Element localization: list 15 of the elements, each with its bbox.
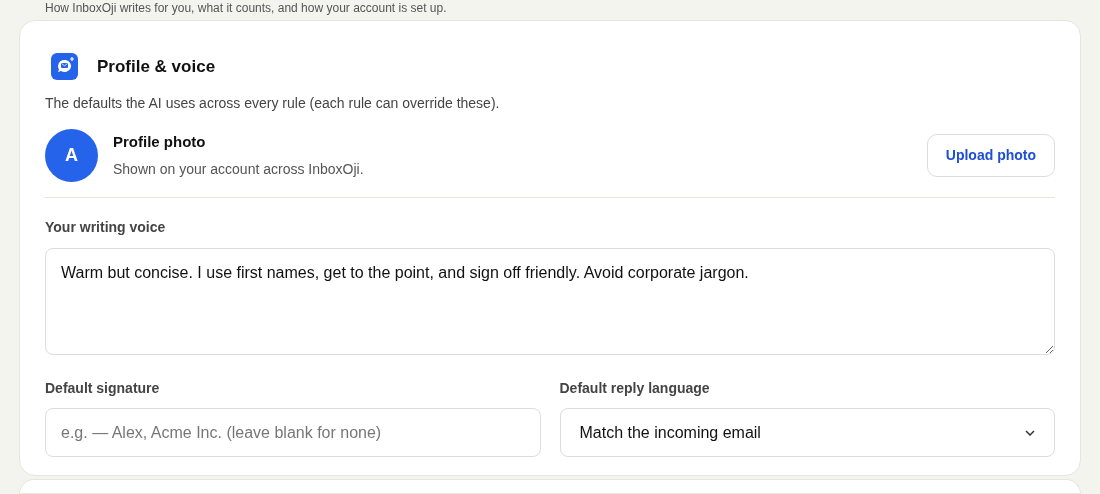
section-description: The defaults the AI uses across every rule (each rule can override these). (45, 94, 501, 113)
field-label: Default reply language (559, 379, 711, 398)
profile-photo-title: Profile photo (113, 131, 207, 152)
avatar: A (45, 129, 98, 182)
reply-language-select[interactable]: Match the incoming email (559, 408, 1055, 457)
field-label: Default signature (45, 379, 161, 398)
profile-photo-subtitle: Shown on your account across InboxOji. (113, 160, 364, 180)
chevron-down-icon (1025, 429, 1035, 436)
writing-voice-field[interactable]: Warm but concise. I use first names, get to the point, and sign off friendly. Avoid corporate jargon. (45, 248, 1055, 355)
signature-field[interactable]: e.g. — Alex, Acme Inc. (leave blank for none) (45, 408, 541, 457)
intro-text: How InboxOji writes for you, what it counts, and how your account is set up. (44, 1, 448, 15)
chat-mail-icon (51, 53, 78, 80)
field-label: Your writing voice (45, 218, 167, 237)
section-title: Profile & voice (97, 55, 216, 78)
upload-photo-button[interactable]: Upload photo (926, 134, 1055, 177)
